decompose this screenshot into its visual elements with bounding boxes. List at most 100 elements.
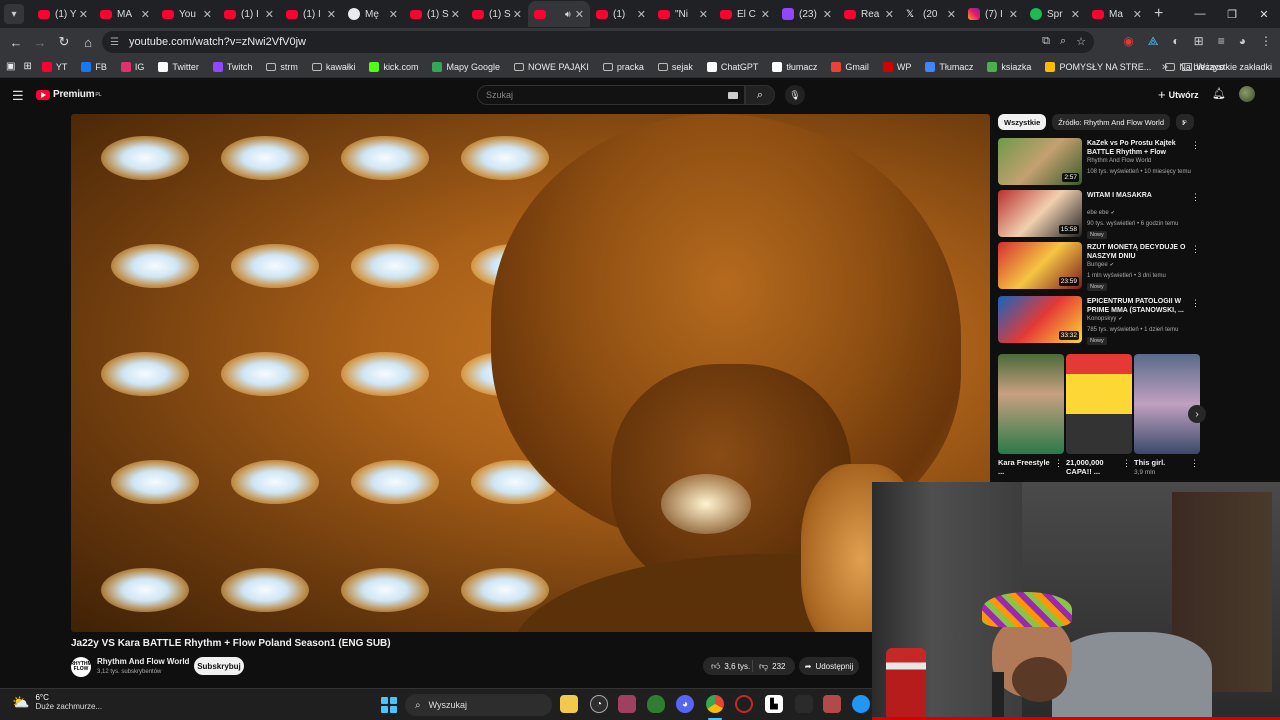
bookmark-item[interactable]: Tłumacz [925, 61, 973, 72]
app-icon[interactable]: ◔ [590, 695, 608, 713]
browser-tab[interactable]: Mę ✕ [342, 1, 404, 27]
notifications-bell-icon[interactable]: 🔔︎ [1212, 87, 1226, 100]
home-button[interactable]: ⌂ [76, 35, 100, 50]
opera-icon[interactable] [735, 695, 753, 713]
site-info-icon[interactable]: ☰ [110, 37, 119, 48]
recommended-video[interactable]: 23:59 RZUT MONETĄ DECYDUJE O NASZYM DNIU B… [998, 242, 1203, 292]
browser-tab[interactable]: (7) I ✕ [962, 1, 1024, 27]
close-tab-icon[interactable]: ✕ [451, 8, 460, 21]
bookmark-item[interactable]: IG [120, 61, 144, 72]
search-input[interactable]: Szukaj [477, 85, 745, 105]
bookmark-item[interactable]: FB [81, 61, 107, 72]
recommended-video-title[interactable]: EPICENTRUM PATOLOGII W PRIME MMA (STANOW… [1087, 297, 1187, 315]
bookmarks-overflow-button[interactable]: » [1162, 61, 1168, 73]
share-button[interactable]: ➦ Udostępnij [799, 657, 859, 675]
forward-button[interactable]: → [28, 35, 52, 50]
guide-menu-icon[interactable]: ☰ [12, 88, 24, 104]
bookmark-item[interactable]: strm [266, 62, 298, 72]
video-thumbnail[interactable]: 15:58 [998, 190, 1082, 237]
filter-chip[interactable]: Źródło: Rhythm And Flow World [1052, 114, 1171, 130]
more-options-icon[interactable]: ⋮ [1191, 192, 1200, 203]
shorts-next-button[interactable]: › [1188, 405, 1206, 423]
recommended-video[interactable]: 33:32 EPICENTRUM PATOLOGII W PRIME MMA (S… [998, 296, 1203, 346]
browser-tab[interactable]: (1) I ✕ [280, 1, 342, 27]
terminal-icon[interactable] [795, 695, 813, 713]
all-bookmarks-button[interactable]: Wszystkie zakładki [1182, 62, 1272, 72]
close-tab-icon[interactable]: ✕ [1009, 8, 1018, 21]
recommended-channel[interactable]: ebe ebe ✔ [1087, 210, 1115, 216]
browser-tab[interactable]: You ✕ [156, 1, 218, 27]
reload-button[interactable]: ↻ [52, 34, 76, 50]
video-player[interactable] [71, 114, 990, 632]
voice-search-button[interactable]: 🎙 [785, 85, 805, 105]
back-button[interactable]: ← [4, 35, 28, 50]
close-tab-icon[interactable]: ✕ [885, 8, 894, 21]
browser-app-icon[interactable] [852, 695, 870, 713]
bookmark-item[interactable]: tłumacz [772, 61, 817, 72]
recommended-video-title[interactable]: KaZek vs Po Prostu Kajtek BATTLE Rhythm … [1087, 139, 1187, 157]
more-options-icon[interactable]: ⋮ [1191, 140, 1200, 151]
bookmark-item[interactable]: YT [41, 61, 67, 72]
browser-tab[interactable]: (1) I ✕ [218, 1, 280, 27]
close-tab-icon[interactable]: ✕ [79, 8, 88, 21]
channel-avatar[interactable]: RHYTHM FLOW [70, 657, 92, 677]
browser-tab[interactable]: MA ✕ [94, 1, 156, 27]
close-tab-icon[interactable]: ✕ [637, 8, 646, 21]
new-tab-button[interactable]: + [1154, 5, 1163, 23]
create-button[interactable]: + Utwórz [1158, 87, 1199, 102]
close-tab-icon[interactable]: ✕ [761, 8, 770, 21]
recommended-video[interactable]: 15:58 WITAM I MASAKRA ebe ebe ✔ 90 tys. wyśw… [998, 190, 1203, 240]
browser-tab[interactable]: (1) S ✕ [466, 1, 528, 27]
recommended-channel[interactable]: Konopskyy ✔ [1087, 316, 1123, 322]
bookmark-item[interactable]: ksiazka [987, 61, 1031, 72]
extension-icon[interactable]: ◐ [1172, 34, 1179, 49]
bookmark-item[interactable]: Twitter [158, 61, 199, 72]
address-bar[interactable]: ☰ youtube.com/watch?v=zNwi2VfV0jw ⧉ ⌕ ☆ [102, 31, 1094, 53]
more-options-icon[interactable]: ⋮ [1122, 458, 1131, 469]
recommended-video-title[interactable]: RZUT MONETĄ DECYDUJE O NASZYM DNIU [1087, 243, 1187, 261]
filter-chip[interactable]: Wszystkie [998, 114, 1047, 130]
close-tab-icon[interactable]: ✕ [265, 8, 274, 21]
more-options-icon[interactable]: ⋮ [1191, 244, 1200, 255]
short-title[interactable]: 21,000,000 CAPA!! ... [1066, 458, 1118, 476]
translate-extension-icon[interactable]: ⟁ [1148, 34, 1159, 49]
close-tab-icon[interactable]: ✕ [1133, 8, 1142, 21]
browser-tab[interactable]: Rea ✕ [838, 1, 900, 27]
dislike-button[interactable]: 👎︎ 232 [753, 661, 786, 672]
close-window-button[interactable]: ✕ [1248, 0, 1280, 28]
media-controls-icon[interactable]: ≡ [1218, 34, 1225, 49]
bookmark-item[interactable]: ChatGPT [706, 61, 758, 72]
channel-name[interactable]: Rhythm And Flow World [97, 657, 189, 666]
video-thumbnail[interactable]: 2:57 [998, 138, 1082, 185]
close-tab-icon[interactable]: ✕ [389, 8, 398, 21]
close-tab-icon[interactable]: ✕ [947, 8, 956, 21]
tab-search-button[interactable]: ▾ [4, 4, 24, 24]
taskbar-search[interactable]: ⌕ Wyszukaj [405, 694, 552, 716]
recommended-video-title[interactable]: WITAM I MASAKRA [1087, 191, 1187, 200]
recommended-channel[interactable]: Bungee ✔ [1087, 262, 1114, 268]
video-thumbnail[interactable]: 33:32 [998, 296, 1082, 343]
bookmark-item[interactable]: Mapy Google [432, 61, 500, 72]
discord-icon[interactable]: ◕ [676, 695, 694, 713]
sidebar-toggle-icon[interactable]: ▣ [6, 61, 15, 72]
recommended-video[interactable]: 2:57 KaZek vs Po Prostu Kajtek BATTLE Rhy… [998, 138, 1203, 188]
close-tab-icon[interactable]: ✕ [203, 8, 212, 21]
install-app-icon[interactable]: ⧉ [1042, 35, 1050, 48]
shield-app-icon[interactable] [647, 695, 665, 713]
bookmark-item[interactable]: kawałki [311, 62, 355, 72]
photo-app-icon[interactable] [823, 695, 841, 713]
search-button[interactable]: ⌕ [745, 85, 775, 105]
keyboard-icon[interactable] [728, 92, 738, 99]
close-tab-icon[interactable]: ✕ [699, 8, 708, 21]
browser-tab[interactable]: Ma ✕ [1086, 1, 1148, 27]
more-options-icon[interactable]: ⋮ [1191, 298, 1200, 309]
subscribe-button[interactable]: Subskrybuj [194, 657, 244, 675]
browser-tab[interactable]: (1) S ✕ [404, 1, 466, 27]
video-thumbnail[interactable]: 23:59 [998, 242, 1082, 289]
game-app-icon[interactable] [618, 695, 636, 713]
bookmark-item[interactable]: kick.com [369, 61, 418, 72]
bookmark-item[interactable]: pracka [602, 62, 644, 72]
close-tab-icon[interactable]: ✕ [575, 8, 584, 21]
short-title[interactable]: Kara Freestyle ... [998, 458, 1050, 476]
browser-tab[interactable]: (23) ✕ [776, 1, 838, 27]
